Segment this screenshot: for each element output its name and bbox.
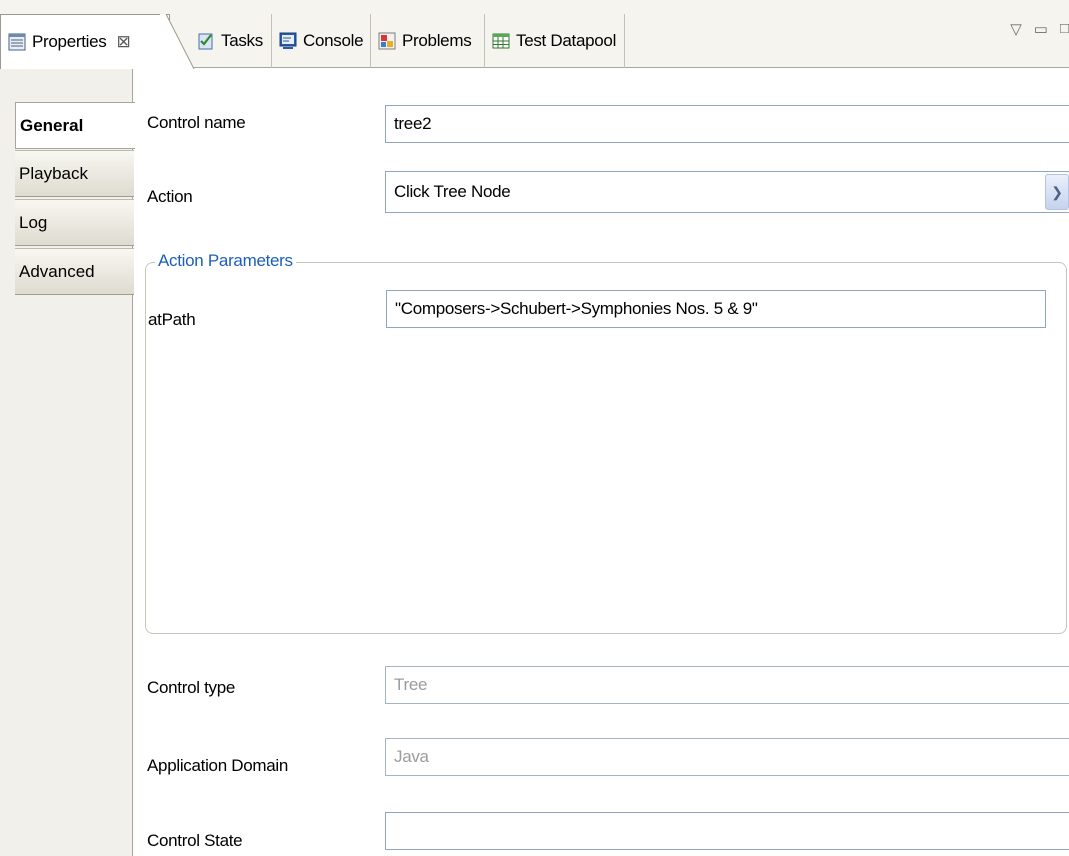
at-path-label: atPath — [148, 310, 196, 329]
tab-console-label: Console — [303, 31, 364, 50]
section-tab-list: General Playback Log Advanced — [0, 68, 135, 856]
control-type-label: Control type — [147, 678, 236, 697]
action-parameters-title: Action Parameters — [155, 251, 296, 271]
action-parameters-group: Action Parameters atPath "Composers->Sch… — [145, 251, 1067, 634]
problems-icon — [377, 31, 397, 51]
action-combobox[interactable]: Click Tree Node ❯ — [385, 171, 1069, 213]
control-name-value: tree2 — [394, 114, 432, 133]
minimize-icon[interactable]: ▭ — [1034, 20, 1048, 38]
control-type-field: Tree — [385, 666, 1069, 704]
general-properties-form: Control name tree2 Action Click Tree Nod… — [134, 68, 1069, 856]
tab-problems-label: Problems — [402, 31, 472, 50]
section-tab-log-label: Log — [19, 212, 48, 232]
tab-properties[interactable]: Properties ⊠ — [0, 14, 170, 69]
tab-tasks[interactable]: Tasks — [190, 14, 272, 68]
view-menu-icon[interactable]: ▽ — [1010, 20, 1022, 38]
tab-properties-label: Properties — [32, 32, 107, 51]
control-state-label: Control State — [147, 831, 243, 850]
properties-icon — [7, 32, 27, 52]
datapool-icon — [491, 31, 511, 51]
chevron-down-icon[interactable]: ❯ — [1045, 174, 1069, 210]
close-tab-icon[interactable]: ⊠ — [116, 32, 130, 52]
control-name-label: Control name — [147, 113, 246, 132]
section-tab-log[interactable]: Log — [15, 199, 134, 246]
section-tab-advanced[interactable]: Advanced — [15, 248, 134, 295]
application-domain-field: Java — [385, 738, 1069, 776]
section-tab-general-label: General — [20, 115, 84, 135]
tab-separator — [160, 14, 195, 69]
view-tab-bar: Properties ⊠ Tasks Console Problems Test… — [0, 0, 1069, 69]
at-path-value: "Composers->Schubert->Symphonies Nos. 5 … — [395, 299, 758, 318]
action-value: Click Tree Node — [394, 182, 511, 201]
section-tab-advanced-label: Advanced — [19, 261, 95, 281]
section-tab-playback[interactable]: Playback — [15, 150, 134, 197]
tab-problems[interactable]: Problems — [371, 14, 485, 68]
control-name-field[interactable]: tree2 — [385, 105, 1069, 143]
tasks-icon — [196, 31, 216, 51]
control-type-value: Tree — [394, 675, 428, 694]
control-state-field[interactable] — [385, 812, 1069, 850]
section-tab-playback-label: Playback — [19, 163, 88, 183]
section-tab-general[interactable]: General — [15, 102, 135, 149]
view-controls: ▽ ▭ □ — [1010, 20, 1069, 38]
action-label: Action — [147, 187, 193, 206]
tab-test-datapool[interactable]: Test Datapool — [485, 14, 625, 68]
at-path-field[interactable]: "Composers->Schubert->Symphonies Nos. 5 … — [386, 290, 1046, 328]
tab-tasks-label: Tasks — [221, 31, 263, 50]
application-domain-label: Application Domain — [147, 756, 289, 775]
maximize-icon[interactable]: □ — [1060, 20, 1069, 38]
console-icon — [278, 31, 298, 51]
tab-test-datapool-label: Test Datapool — [516, 31, 617, 50]
application-domain-value: Java — [394, 747, 429, 766]
tab-console[interactable]: Console — [272, 14, 371, 68]
